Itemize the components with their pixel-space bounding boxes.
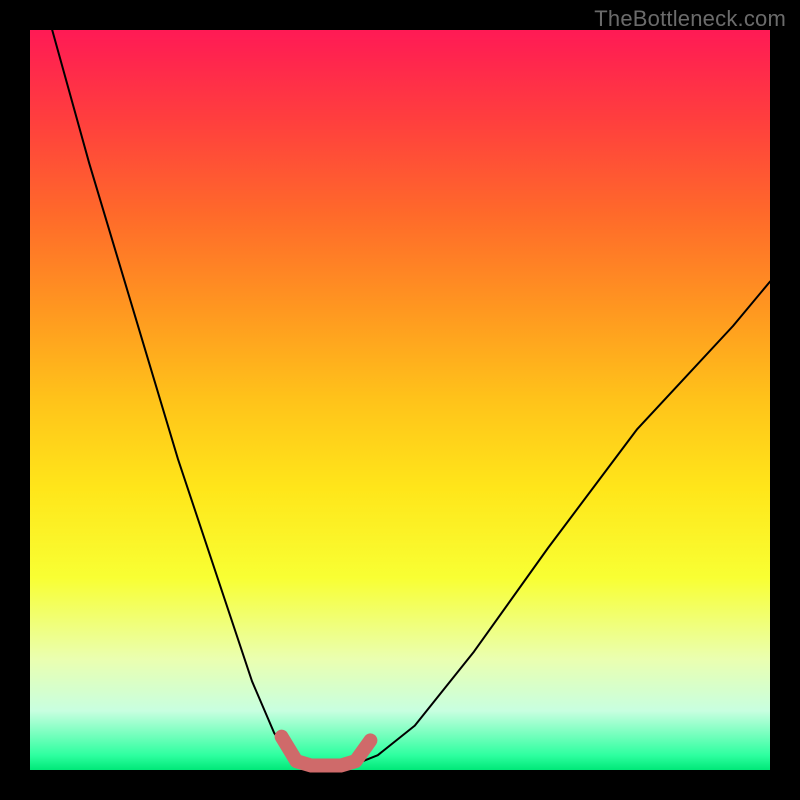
watermark-text: TheBottleneck.com [594, 6, 786, 32]
chart-frame: TheBottleneck.com [0, 0, 800, 800]
series-left-curve [52, 30, 304, 764]
chart-svg [30, 30, 770, 770]
series-group [52, 30, 770, 766]
series-right-curve [356, 282, 770, 764]
plot-area [30, 30, 770, 770]
series-valley-highlight [282, 737, 371, 766]
